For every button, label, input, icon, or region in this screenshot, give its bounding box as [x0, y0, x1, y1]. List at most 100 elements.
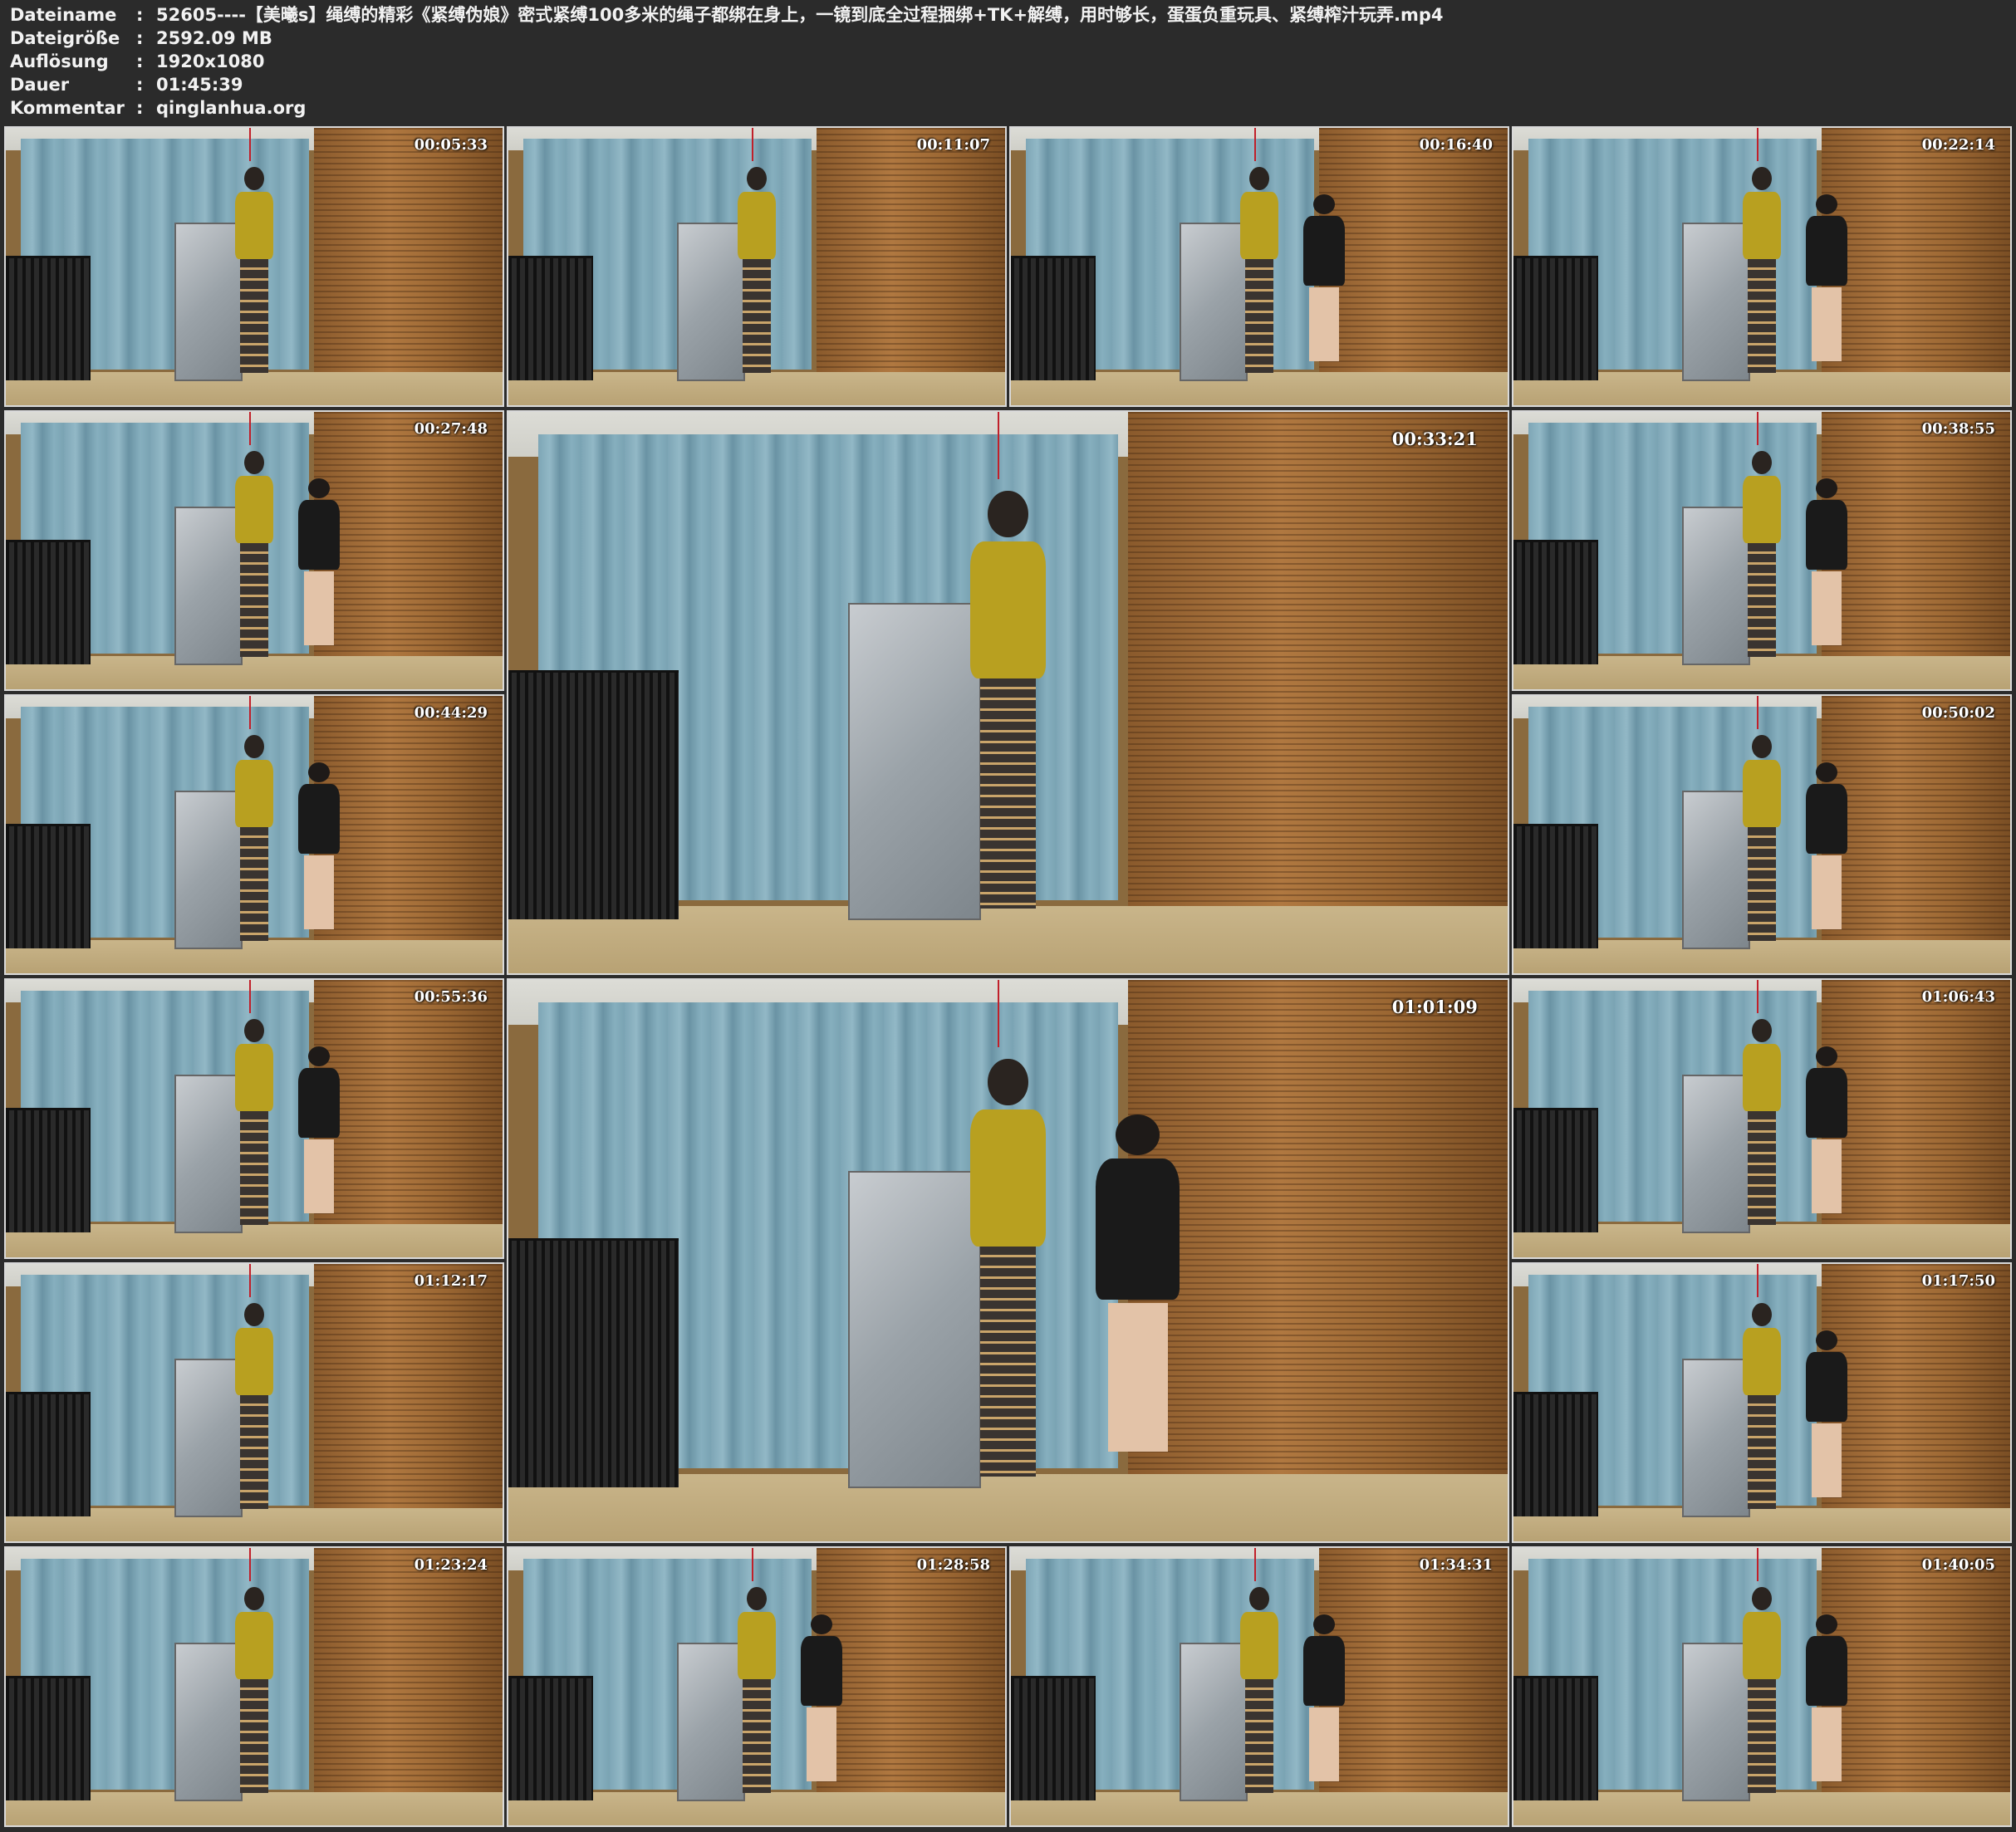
ceiling-hook	[249, 980, 261, 1014]
thumbnail-scene	[6, 128, 503, 405]
cage	[6, 1675, 91, 1800]
helper-figure	[1802, 1330, 1852, 1497]
filesize-label: Dateigröße	[10, 28, 120, 48]
video-thumbnail: 01:12:17	[4, 1262, 504, 1543]
thumbnail-timestamp: 01:01:09	[1391, 997, 1478, 1018]
standing-figure	[732, 1586, 782, 1798]
ceiling-hook	[249, 128, 261, 162]
thumbnail-timestamp: 00:22:14	[1921, 136, 1996, 154]
cage	[6, 539, 91, 664]
ceiling-hook	[1757, 412, 1768, 446]
thumbnail-timestamp: 00:55:36	[414, 988, 488, 1007]
help-legs	[303, 571, 334, 645]
thumbnail-scene	[508, 412, 1508, 973]
help-body	[1805, 784, 1847, 855]
cage	[6, 823, 91, 948]
video-thumbnail: 00:16:40	[1009, 126, 1509, 407]
ceiling-hook	[998, 412, 1019, 480]
fig-body	[235, 476, 273, 544]
bamboo-blind	[313, 1264, 503, 1520]
fig-legs	[1245, 259, 1273, 374]
ceiling-hook	[752, 1548, 763, 1582]
bamboo-blind	[816, 128, 1005, 384]
fig-body	[235, 192, 273, 260]
fig-body	[1743, 1612, 1781, 1680]
fig-head	[988, 1058, 1028, 1106]
duration-label: Dauer	[10, 75, 70, 95]
video-thumbnail: 00:55:36	[4, 978, 504, 1259]
help-body	[1805, 500, 1847, 571]
help-legs	[1811, 855, 1842, 929]
cage	[6, 1107, 91, 1232]
video-thumbnail: 00:38:55	[1512, 410, 2012, 691]
thumbnail-scene	[1513, 1548, 2010, 1825]
help-legs	[1811, 287, 1842, 361]
bamboo-blind	[1127, 412, 1508, 928]
helper-figure	[1802, 194, 1852, 361]
helper-figure	[1299, 1614, 1349, 1781]
thumbnail-timestamp: 00:38:55	[1921, 420, 1996, 438]
thumbnail-scene	[1011, 1548, 1508, 1825]
video-thumbnail: 01:40:05	[1512, 1546, 2012, 1827]
ceiling-hook	[1757, 1548, 1768, 1582]
cage	[1011, 255, 1096, 380]
fig-legs	[240, 1679, 268, 1794]
separator: :	[136, 5, 144, 25]
cage	[508, 255, 593, 380]
help-body	[297, 1068, 340, 1139]
fig-body	[1743, 1044, 1781, 1112]
standing-figure	[229, 1018, 279, 1230]
thumbnail-timestamp: 01:23:24	[414, 1556, 488, 1575]
video-thumbnail: 00:50:02	[1512, 694, 2012, 975]
fig-body	[969, 541, 1047, 678]
standing-figure	[1737, 1018, 1787, 1230]
helper-figure	[1088, 1114, 1188, 1452]
ceiling-hook	[1254, 128, 1266, 162]
standing-figure	[229, 166, 279, 378]
thumbnail-timestamp: 00:16:40	[1419, 136, 1494, 154]
thumbnail-timestamp: 01:12:17	[414, 1272, 488, 1291]
video-thumbnail: 01:23:24	[4, 1546, 504, 1827]
cage	[1513, 255, 1598, 380]
fig-legs	[240, 259, 268, 374]
resolution-value: 1920x1080	[156, 51, 265, 71]
thumbnail-timestamp: 00:05:33	[414, 136, 488, 154]
standing-figure	[229, 1586, 279, 1798]
fig-body	[235, 1612, 273, 1680]
help-body	[297, 784, 340, 855]
help-head	[1815, 1614, 1837, 1635]
thumbnail-scene	[508, 980, 1508, 1541]
helper-figure	[1802, 1046, 1852, 1213]
fig-head	[747, 1586, 767, 1610]
separator: :	[136, 28, 144, 48]
thumbnail-scene	[508, 128, 1005, 405]
video-thumbnail: 00:27:48	[4, 410, 504, 691]
thumbnail-timestamp: 00:33:21	[1391, 429, 1478, 450]
helper-figure	[294, 478, 344, 645]
thumbnail-scene	[6, 412, 503, 689]
standing-figure	[1737, 450, 1787, 662]
thumbnail-scene	[1513, 980, 2010, 1257]
ceiling-hook	[249, 1264, 261, 1298]
fig-body	[738, 192, 776, 260]
fig-head	[244, 166, 264, 190]
fig-legs	[1245, 1679, 1273, 1794]
help-legs	[303, 855, 334, 929]
cage	[1513, 1675, 1598, 1800]
thumbnail-scene	[1513, 412, 2010, 689]
thumbnail-timestamp: 00:44:29	[414, 704, 488, 723]
help-body	[1302, 1636, 1345, 1707]
fig-body	[1743, 1328, 1781, 1396]
fig-body	[1240, 1612, 1278, 1680]
fig-legs	[1748, 1679, 1776, 1794]
ceiling-hook	[249, 696, 261, 730]
fig-legs	[240, 1395, 268, 1510]
help-head	[307, 762, 330, 783]
standing-figure	[958, 1058, 1057, 1486]
duration-row: Dauer : 01:45:39	[10, 73, 1444, 96]
fig-head	[1752, 1302, 1772, 1326]
separator: :	[136, 51, 144, 71]
fig-head	[1752, 734, 1772, 758]
duration-value: 01:45:39	[156, 75, 243, 95]
help-body	[1805, 1636, 1847, 1707]
